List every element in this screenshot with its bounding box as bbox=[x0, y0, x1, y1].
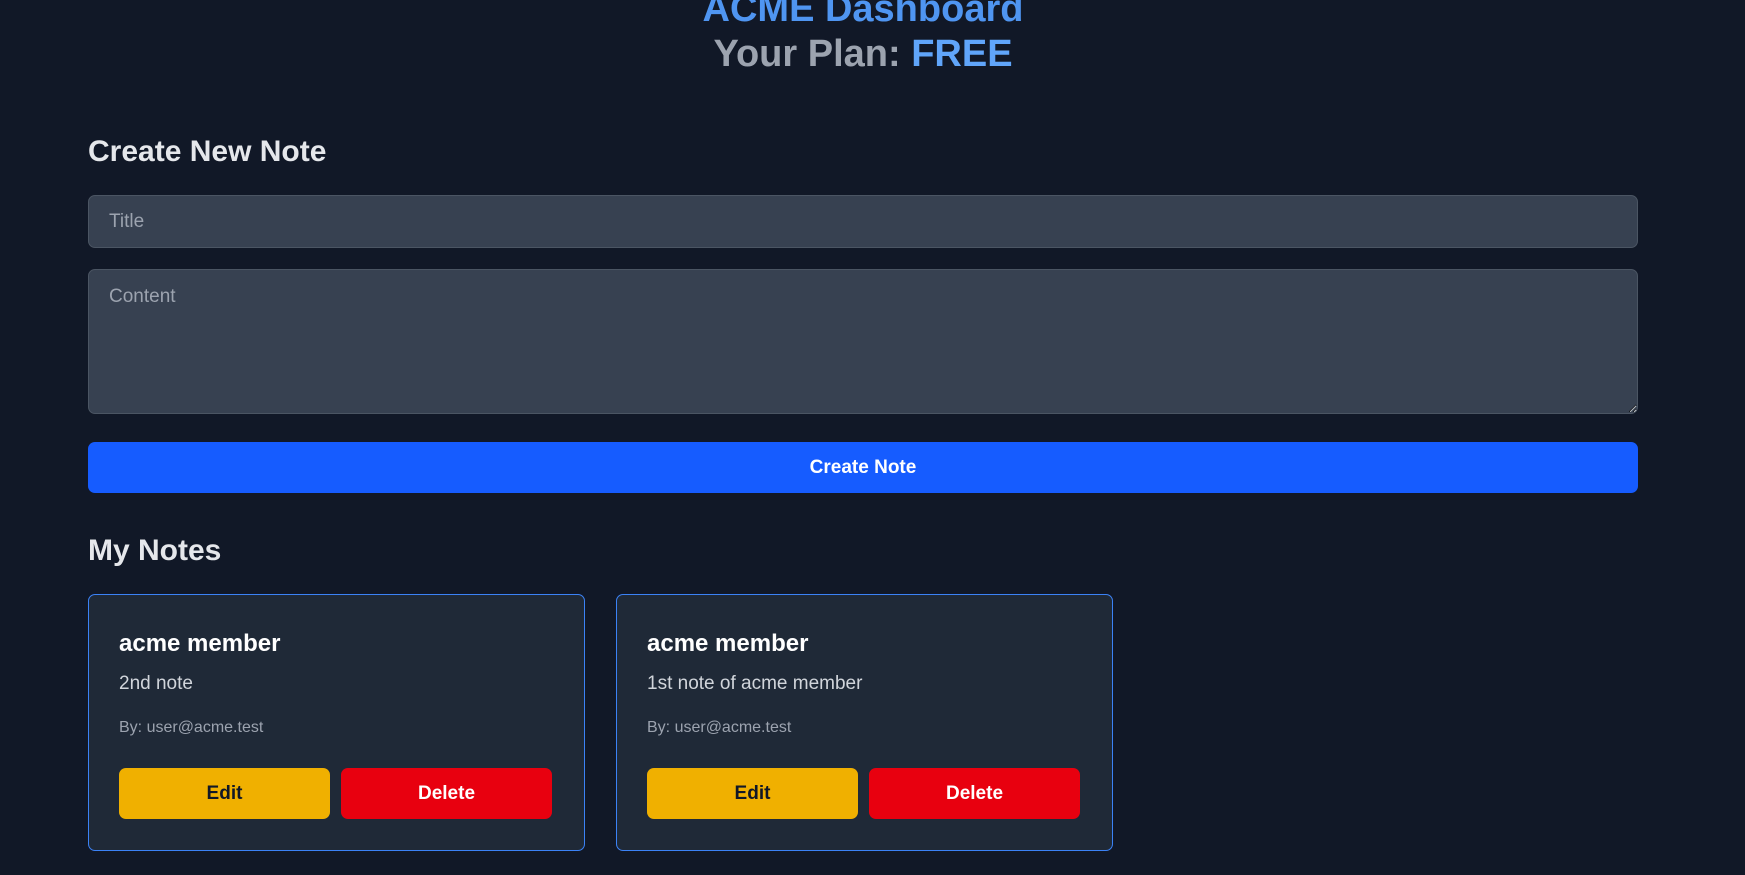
plan-label: Your Plan: bbox=[713, 33, 912, 75]
edit-note-button[interactable]: Edit bbox=[647, 768, 858, 819]
note-body: 2nd note bbox=[119, 673, 193, 694]
delete-note-button[interactable]: Delete bbox=[869, 768, 1080, 819]
note-author: By: user@acme.test bbox=[647, 719, 792, 736]
note-card: acme member 2nd note By: user@acme.test … bbox=[88, 594, 585, 851]
header: ACME Dashboard Your Plan: FREE bbox=[0, 0, 1726, 76]
create-note-button[interactable]: Create Note bbox=[88, 442, 1638, 493]
notes-list: acme member 2nd note By: user@acme.test … bbox=[88, 594, 1113, 851]
plan-value: FREE bbox=[911, 33, 1013, 75]
note-title-input[interactable] bbox=[88, 195, 1638, 248]
note-title: acme member bbox=[119, 630, 281, 657]
note-content-textarea[interactable] bbox=[88, 269, 1638, 414]
note-title: acme member bbox=[647, 630, 809, 657]
my-notes-heading: My Notes bbox=[88, 534, 222, 567]
dashboard-page: ACME Dashboard Your Plan: FREE Create Ne… bbox=[0, 0, 1745, 875]
create-note-heading: Create New Note bbox=[88, 135, 327, 168]
app-title: ACME Dashboard bbox=[702, 0, 1024, 30]
delete-note-button[interactable]: Delete bbox=[341, 768, 552, 819]
note-actions: Edit Delete bbox=[119, 768, 552, 819]
note-author: By: user@acme.test bbox=[119, 719, 264, 736]
note-actions: Edit Delete bbox=[647, 768, 1080, 819]
note-body: 1st note of acme member bbox=[647, 673, 863, 694]
edit-note-button[interactable]: Edit bbox=[119, 768, 330, 819]
note-card: acme member 1st note of acme member By: … bbox=[616, 594, 1113, 851]
plan-indicator: Your Plan: FREE bbox=[0, 32, 1726, 76]
